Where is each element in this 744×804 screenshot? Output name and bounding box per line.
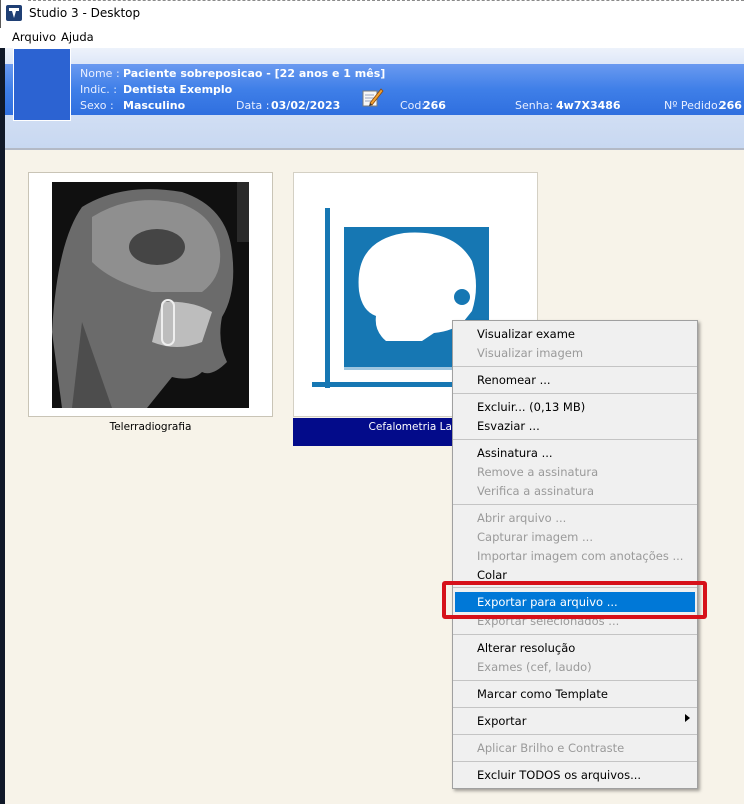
menu-visualizar-imagem[interactable]: Visualizar imagem (477, 346, 583, 360)
submenu-arrow-icon (685, 714, 690, 722)
indic-label: Indic. : (80, 83, 118, 96)
highlight-annotation-box (442, 581, 707, 619)
window-left-edge (0, 48, 5, 804)
menu-visualizar-exame[interactable]: Visualizar exame (477, 327, 575, 341)
cod-value: 266 (423, 99, 446, 112)
menu-separator (453, 734, 697, 735)
data-label: Data : (236, 99, 270, 112)
menu-separator (453, 761, 697, 762)
patient-header: Nome : Paciente sobreposicao - [22 anos … (5, 48, 744, 148)
indic-value: Dentista Exemplo (123, 83, 233, 96)
xray-image (52, 182, 249, 408)
menu-aplicar-brilho[interactable]: Aplicar Brilho e Contraste (477, 741, 624, 755)
nome-value: Paciente sobreposicao - [22 anos e 1 mês… (123, 67, 386, 80)
title-bar: Studio 3 - Desktop (0, 0, 744, 28)
sexo-label: Sexo : (80, 99, 114, 112)
pedido-value: 266 (719, 99, 742, 112)
menu-verifica-assinatura[interactable]: Verifica a assinatura (477, 484, 594, 498)
pedido-label: Nº Pedido: (664, 99, 722, 112)
menu-alterar-resolucao[interactable]: Alterar resolução (477, 641, 575, 655)
cod-label: Cod: (400, 99, 426, 112)
menu-separator (453, 634, 697, 635)
menu-exportar[interactable]: Exportar (477, 714, 526, 728)
caption-telerradiografia: Telerradiografia (109, 421, 192, 433)
window-title: Studio 3 - Desktop (29, 6, 141, 20)
menu-remove-assinatura[interactable]: Remove a assinatura (477, 465, 598, 479)
menu-capturar-imagem[interactable]: Capturar imagem ... (477, 530, 593, 544)
menu-esvaziar[interactable]: Esvaziar ... (477, 419, 540, 433)
menu-exames[interactable]: Exames (cef, laudo) (477, 660, 592, 674)
app-tooth-icon (6, 5, 22, 21)
menu-importar-imagem[interactable]: Importar imagem com anotações ... (477, 549, 683, 563)
menu-separator (453, 366, 697, 367)
menu-excluir-todos[interactable]: Excluir TODOS os arquivos... (477, 768, 641, 782)
senha-value: 4w7X3486 (556, 99, 621, 112)
menu-abrir-arquivo[interactable]: Abrir arquivo ... (477, 511, 566, 525)
dashed-border (28, 0, 744, 1)
menu-ajuda[interactable]: Ajuda (61, 30, 94, 44)
menu-separator (453, 707, 697, 708)
menu-separator (453, 393, 697, 394)
menu-separator (453, 680, 697, 681)
menu-marcar-template[interactable]: Marcar como Template (477, 687, 608, 701)
menu-arquivo[interactable]: Arquivo (12, 30, 56, 44)
menu-excluir[interactable]: Excluir... (0,13 MB) (477, 400, 585, 414)
menu-separator (453, 504, 697, 505)
nome-label: Nome : (80, 67, 120, 80)
menu-separator (453, 439, 697, 440)
sexo-value: Masculino (123, 99, 186, 112)
edit-patient-icon[interactable] (360, 85, 384, 109)
menu-colar[interactable]: Colar (477, 568, 507, 582)
patient-photo[interactable] (13, 48, 71, 121)
menu-renomear[interactable]: Renomear ... (477, 373, 551, 387)
menu-assinatura[interactable]: Assinatura ... (477, 446, 553, 460)
thumbnail-telerradiografia[interactable] (28, 172, 273, 417)
menu-bar: Arquivo Ajuda (0, 28, 744, 48)
data-value: 03/02/2023 (271, 99, 341, 112)
senha-label: Senha: (515, 99, 554, 112)
context-menu: Visualizar exame Visualizar imagem Renom… (452, 320, 698, 789)
header-divider (5, 148, 744, 150)
